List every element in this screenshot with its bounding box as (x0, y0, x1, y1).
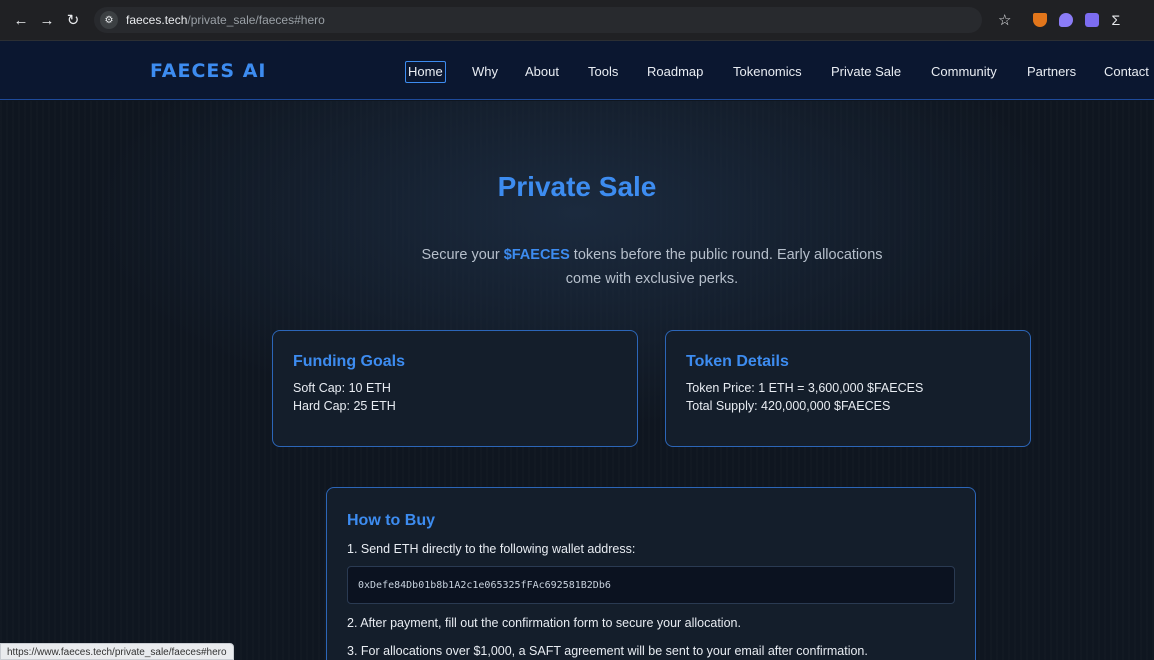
nav-private-sale[interactable]: Private Sale (831, 61, 901, 83)
token-details-card: Token Details Token Price: 1 ETH = 3,600… (665, 330, 1031, 447)
total-supply: Total Supply: 420,000,000 $FAECES (686, 399, 891, 413)
nav-roadmap[interactable]: Roadmap (647, 61, 703, 83)
address-bar[interactable]: ⚙ faeces.tech/private_sale/faeces#hero (94, 7, 982, 33)
step-1: 1. Send ETH directly to the following wa… (347, 542, 636, 556)
nav-home[interactable]: Home (405, 61, 446, 83)
funding-goals-card: Funding Goals Soft Cap: 10 ETH Hard Cap:… (272, 330, 638, 447)
hero-subtitle: Secure your $FAECES tokens before the pu… (402, 243, 902, 291)
hero-subtitle-pre: Secure your (421, 247, 504, 263)
reload-icon[interactable]: ↻ (62, 9, 84, 31)
metamask-extension-icon[interactable] (1033, 13, 1048, 27)
soft-cap: Soft Cap: 10 ETH (293, 381, 391, 395)
funding-goals-title: Funding Goals (293, 353, 405, 370)
hero-subtitle-token: $FAECES (503, 247, 570, 263)
bookmark-star-icon[interactable]: ☆ (998, 11, 1011, 29)
token-details-title: Token Details (686, 353, 789, 370)
how-to-buy-title: How to Buy (347, 512, 435, 529)
nav-contact[interactable]: Contact (1104, 61, 1149, 83)
app-extension-icon[interactable] (1085, 13, 1100, 27)
forward-icon[interactable]: → (36, 9, 58, 31)
url-path: /private_sale/faeces#hero (187, 13, 325, 27)
extensions-area: ☆ Σ (998, 11, 1120, 29)
wallet-address-box[interactable]: 0xDefe84Db01b8b1A2c1e065325fFAc692581B2D… (347, 566, 955, 604)
token-price: Token Price: 1 ETH = 3,600,000 $FAECES (686, 381, 924, 395)
extensions-menu-icon[interactable]: Σ (1111, 12, 1120, 28)
nav-why[interactable]: Why (472, 61, 498, 83)
main-nav: Home Why About Tools Roadmap Tokenomics … (0, 61, 1154, 85)
link-status-bar: https://www.faeces.tech/private_sale/fae… (0, 643, 234, 660)
step-3: 3. For allocations over $1,000, a SAFT a… (347, 644, 868, 658)
hero-subtitle-post: tokens before the public round. Early al… (565, 247, 883, 287)
browser-toolbar: ← → ↻ ⚙ faeces.tech/private_sale/faeces#… (0, 0, 1154, 41)
hard-cap: Hard Cap: 25 ETH (293, 399, 396, 413)
how-to-buy-card: How to Buy 1. Send ETH directly to the f… (326, 487, 976, 660)
nav-partners[interactable]: Partners (1027, 61, 1076, 83)
back-icon[interactable]: ← (10, 9, 32, 31)
nav-community[interactable]: Community (931, 61, 997, 83)
url-host: faeces.tech (126, 13, 188, 27)
nav-tokenomics[interactable]: Tokenomics (733, 61, 802, 83)
site-info-icon[interactable]: ⚙ (100, 11, 118, 29)
wallet-extension-icon[interactable] (1059, 13, 1074, 27)
step-2: 2. After payment, fill out the confirmat… (347, 616, 741, 630)
page-title: Private Sale (497, 171, 657, 202)
site-header: FAECES AI Home Why About Tools Roadmap T… (0, 41, 1154, 100)
nav-about[interactable]: About (525, 61, 559, 83)
hero-section: Private Sale Secure your $FAECES tokens … (0, 101, 1154, 660)
nav-tools[interactable]: Tools (588, 61, 618, 83)
